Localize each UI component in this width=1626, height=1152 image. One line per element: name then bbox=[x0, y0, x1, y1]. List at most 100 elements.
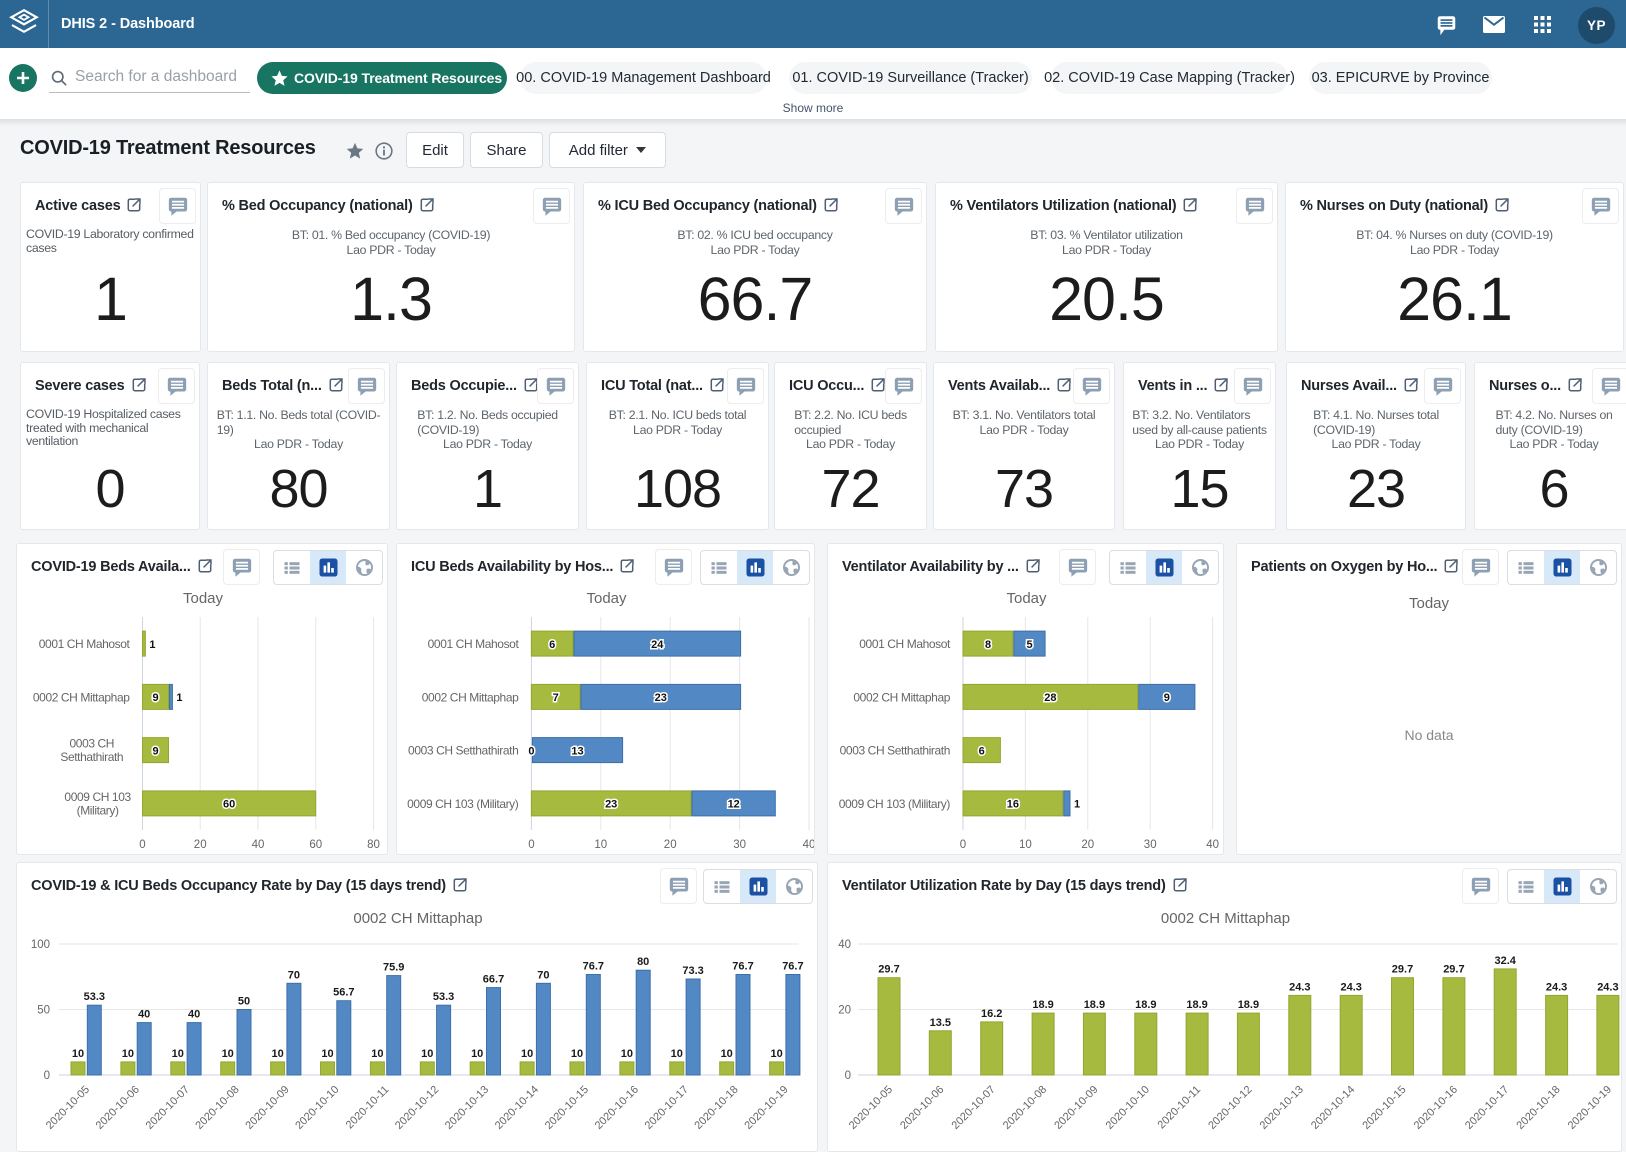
svg-text:73.3: 73.3 bbox=[682, 965, 703, 977]
svg-text:Today: Today bbox=[586, 590, 627, 607]
svg-text:16.2: 16.2 bbox=[981, 1008, 1002, 1020]
svg-text:0003 CH Setthathirath: 0003 CH Setthathirath bbox=[408, 744, 518, 758]
svg-text:60: 60 bbox=[223, 799, 235, 811]
svg-text:10: 10 bbox=[421, 1048, 433, 1060]
svg-text:18.9: 18.9 bbox=[1186, 999, 1207, 1011]
svg-text:1: 1 bbox=[1074, 799, 1080, 811]
svg-text:60: 60 bbox=[309, 839, 322, 851]
svg-text:0002 CH Mittaphap: 0002 CH Mittaphap bbox=[422, 690, 519, 704]
svg-text:18.9: 18.9 bbox=[1135, 999, 1156, 1011]
svg-text:2020-10-18: 2020-10-18 bbox=[1514, 1084, 1562, 1132]
svg-text:7: 7 bbox=[553, 692, 559, 704]
svg-text:0009 CH 103 (Military): 0009 CH 103 (Military) bbox=[839, 797, 951, 811]
svg-text:2020-10-06: 2020-10-06 bbox=[94, 1084, 142, 1132]
svg-text:70: 70 bbox=[537, 969, 549, 981]
svg-text:2020-10-09: 2020-10-09 bbox=[243, 1084, 291, 1132]
svg-text:0001 CH Mahosot: 0001 CH Mahosot bbox=[428, 637, 520, 651]
svg-text:30: 30 bbox=[733, 839, 746, 851]
svg-text:10: 10 bbox=[1019, 839, 1032, 851]
svg-text:20: 20 bbox=[838, 1005, 851, 1017]
svg-text:2020-10-11: 2020-10-11 bbox=[344, 1084, 392, 1132]
svg-text:29.7: 29.7 bbox=[878, 964, 899, 976]
svg-text:2020-10-09: 2020-10-09 bbox=[1052, 1084, 1100, 1132]
svg-text:9: 9 bbox=[152, 692, 158, 704]
svg-text:30: 30 bbox=[1144, 839, 1157, 851]
svg-text:10: 10 bbox=[471, 1048, 483, 1060]
svg-text:40: 40 bbox=[1206, 839, 1219, 851]
svg-text:2020-10-17: 2020-10-17 bbox=[1463, 1084, 1511, 1132]
svg-text:23: 23 bbox=[605, 799, 617, 811]
svg-text:0009 CH 103 (Military): 0009 CH 103 (Military) bbox=[407, 797, 519, 811]
svg-text:0003 CH: 0003 CH bbox=[70, 737, 115, 751]
svg-text:6: 6 bbox=[979, 745, 985, 757]
svg-text:9: 9 bbox=[1164, 692, 1170, 704]
svg-text:76.7: 76.7 bbox=[782, 961, 803, 973]
svg-text:76.7: 76.7 bbox=[583, 961, 604, 973]
svg-text:2020-10-15: 2020-10-15 bbox=[543, 1084, 591, 1132]
svg-text:10: 10 bbox=[222, 1048, 234, 1060]
svg-text:0: 0 bbox=[845, 1070, 851, 1082]
svg-text:10: 10 bbox=[172, 1048, 184, 1060]
svg-text:5: 5 bbox=[1026, 639, 1032, 651]
svg-text:2020-10-08: 2020-10-08 bbox=[1001, 1084, 1049, 1132]
svg-text:13.5: 13.5 bbox=[930, 1017, 951, 1029]
svg-text:40: 40 bbox=[803, 839, 814, 851]
svg-text:56.7: 56.7 bbox=[333, 987, 354, 999]
svg-text:12: 12 bbox=[728, 799, 740, 811]
svg-text:0: 0 bbox=[528, 839, 534, 851]
svg-text:28: 28 bbox=[1044, 692, 1056, 704]
svg-text:6: 6 bbox=[549, 639, 555, 651]
svg-text:50: 50 bbox=[238, 996, 250, 1008]
svg-text:1: 1 bbox=[176, 692, 182, 704]
svg-text:1: 1 bbox=[149, 639, 155, 651]
svg-text:100: 100 bbox=[31, 939, 50, 951]
svg-text:40: 40 bbox=[138, 1009, 150, 1021]
svg-text:2020-10-07: 2020-10-07 bbox=[950, 1084, 998, 1132]
svg-text:10: 10 bbox=[271, 1048, 283, 1060]
svg-text:20: 20 bbox=[1081, 839, 1094, 851]
svg-text:0: 0 bbox=[528, 745, 534, 757]
svg-text:75.9: 75.9 bbox=[383, 962, 404, 974]
svg-text:53.3: 53.3 bbox=[84, 991, 105, 1003]
svg-text:2020-10-10: 2020-10-10 bbox=[1104, 1084, 1152, 1132]
svg-text:0: 0 bbox=[960, 839, 966, 851]
svg-text:32.4: 32.4 bbox=[1494, 955, 1516, 967]
svg-text:24.3: 24.3 bbox=[1546, 981, 1567, 993]
svg-text:2020-10-13: 2020-10-13 bbox=[443, 1084, 491, 1132]
svg-text:23: 23 bbox=[655, 692, 667, 704]
svg-text:13: 13 bbox=[571, 745, 583, 757]
svg-text:0002 CH Mittaphap: 0002 CH Mittaphap bbox=[33, 690, 130, 704]
svg-text:66.7: 66.7 bbox=[483, 974, 504, 986]
svg-text:2020-10-05: 2020-10-05 bbox=[847, 1084, 895, 1132]
svg-text:2020-10-07: 2020-10-07 bbox=[144, 1084, 192, 1132]
svg-text:0001 CH Mahosot: 0001 CH Mahosot bbox=[39, 637, 131, 651]
svg-text:40: 40 bbox=[252, 839, 265, 851]
svg-text:2020-10-19: 2020-10-19 bbox=[742, 1084, 790, 1132]
svg-text:20: 20 bbox=[194, 839, 207, 851]
svg-text:Today: Today bbox=[183, 590, 224, 607]
svg-text:40: 40 bbox=[188, 1009, 200, 1021]
svg-text:2020-10-06: 2020-10-06 bbox=[898, 1084, 946, 1132]
svg-text:50: 50 bbox=[37, 1005, 50, 1017]
svg-text:2020-10-12: 2020-10-12 bbox=[393, 1084, 441, 1132]
svg-text:0001 CH Mahosot: 0001 CH Mahosot bbox=[859, 637, 951, 651]
svg-text:2020-10-17: 2020-10-17 bbox=[643, 1084, 691, 1132]
svg-text:29.7: 29.7 bbox=[1392, 964, 1413, 976]
svg-text:10: 10 bbox=[521, 1048, 533, 1060]
svg-text:10: 10 bbox=[371, 1048, 383, 1060]
svg-text:2020-10-13: 2020-10-13 bbox=[1258, 1084, 1306, 1132]
svg-text:2020-10-11: 2020-10-11 bbox=[1156, 1084, 1204, 1132]
svg-text:16: 16 bbox=[1007, 799, 1019, 811]
svg-text:53.3: 53.3 bbox=[433, 991, 454, 1003]
svg-text:2020-10-14: 2020-10-14 bbox=[493, 1084, 541, 1132]
svg-text:0002 CH Mittaphap: 0002 CH Mittaphap bbox=[353, 910, 482, 927]
svg-text:10: 10 bbox=[770, 1048, 782, 1060]
svg-text:2020-10-16: 2020-10-16 bbox=[593, 1084, 641, 1132]
svg-text:80: 80 bbox=[637, 956, 649, 968]
svg-text:2020-10-15: 2020-10-15 bbox=[1360, 1084, 1408, 1132]
svg-text:29.7: 29.7 bbox=[1443, 964, 1464, 976]
svg-text:18.9: 18.9 bbox=[1238, 999, 1259, 1011]
svg-text:10: 10 bbox=[321, 1048, 333, 1060]
svg-text:0002 CH Mittaphap: 0002 CH Mittaphap bbox=[853, 690, 950, 704]
svg-text:80: 80 bbox=[367, 839, 380, 851]
